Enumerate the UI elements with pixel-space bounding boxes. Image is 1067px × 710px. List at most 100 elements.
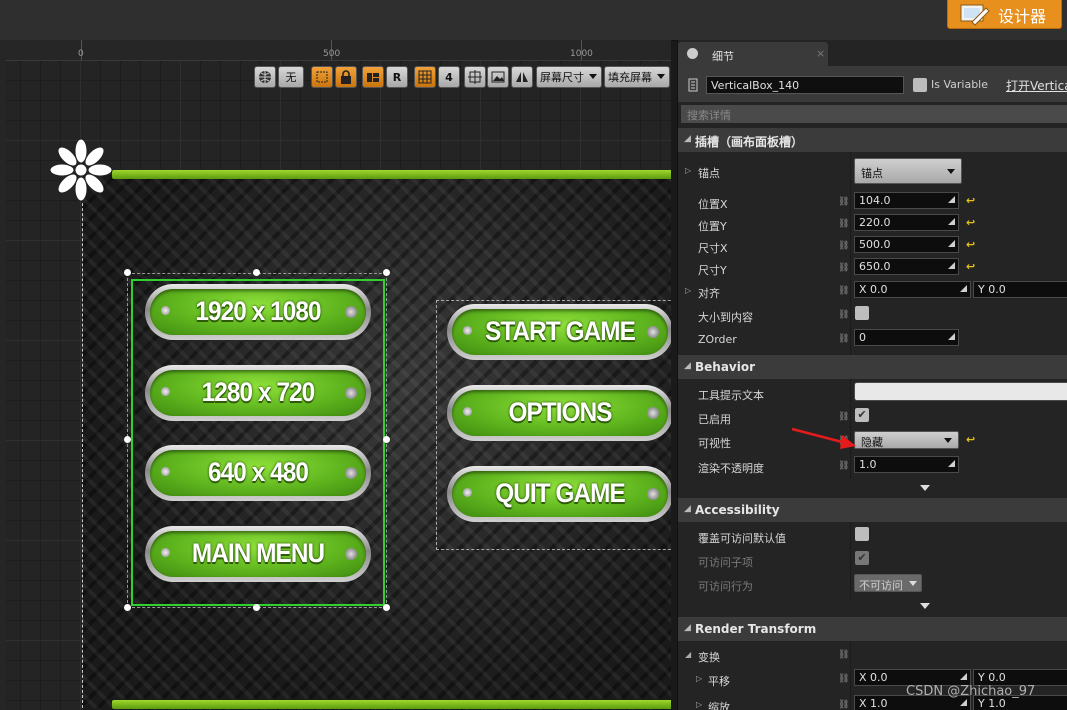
zorder-field[interactable]: 0: [854, 329, 959, 346]
fit-button[interactable]: [464, 66, 486, 88]
world-space-button[interactable]: [254, 66, 276, 88]
is-variable-label: Is Variable: [931, 78, 989, 91]
binding-icon[interactable]: ⛓: [838, 334, 849, 344]
binding-icon[interactable]: ⛓: [838, 310, 849, 320]
widget-name-field[interactable]: VerticalBox_140: [706, 76, 904, 94]
reset-arrow-icon[interactable]: ↩: [966, 238, 975, 251]
resize-handle[interactable]: [383, 604, 390, 611]
grid-size-dropdown[interactable]: 4: [438, 66, 460, 88]
screen-size-dropdown[interactable]: 屏幕尺寸: [536, 66, 602, 88]
expand-arrow-icon[interactable]: ▷: [685, 286, 691, 295]
main-menu-button[interactable]: MAIN MENU: [145, 526, 371, 582]
globe-icon: [259, 71, 271, 83]
alignment-x-field[interactable]: X 0.0: [854, 281, 971, 298]
resize-handle[interactable]: [383, 269, 390, 276]
horizontal-ruler: 0 500 1000: [0, 40, 671, 61]
resolution-1280-button[interactable]: 1280 x 720: [145, 365, 371, 421]
start-game-button[interactable]: START GAME: [447, 304, 671, 360]
grid-snap-toggle[interactable]: [414, 66, 436, 88]
designer-viewport[interactable]: 0 500 1000 无 R 4 屏幕尺寸 填充屏幕 1920 x 1080 1…: [0, 40, 671, 710]
collapse-arrow-icon[interactable]: ◢: [685, 650, 691, 659]
property-label: 尺寸X: [698, 242, 728, 255]
visibility-dropdown[interactable]: 隐藏: [854, 431, 959, 449]
position-x-field[interactable]: 104.0: [854, 192, 959, 209]
reset-arrow-icon[interactable]: ↩: [966, 216, 975, 229]
dropdown-value: 不可访问: [859, 579, 903, 592]
mirror-icon: [516, 72, 528, 82]
lock-toggle[interactable]: [335, 66, 357, 88]
accessibility-section-header[interactable]: ◢ Accessibility: [678, 498, 1067, 522]
size-x-field[interactable]: 500.0: [854, 236, 959, 253]
enabled-checkbox[interactable]: ✔: [855, 408, 869, 422]
property-label: 对齐: [698, 287, 720, 300]
crosshair-icon: [468, 70, 482, 84]
binding-icon[interactable]: ⛓: [838, 700, 849, 710]
size-to-content-checkbox[interactable]: [855, 306, 869, 320]
resize-handle[interactable]: [253, 604, 260, 611]
search-details-input[interactable]: 搜索详情: [681, 105, 1067, 123]
resize-handle[interactable]: [124, 604, 131, 611]
behavior-section-header[interactable]: ◢ Behavior: [678, 355, 1067, 379]
reset-arrow-icon[interactable]: ↩: [966, 194, 975, 207]
resize-handle[interactable]: [383, 436, 390, 443]
quit-game-button[interactable]: QUIT GAME: [447, 466, 671, 522]
expand-arrow-icon[interactable]: ▷: [696, 700, 702, 709]
binding-icon[interactable]: ⛓: [838, 286, 849, 296]
selection-outline-toggle[interactable]: [311, 66, 333, 88]
position-y-field[interactable]: 220.0: [854, 214, 959, 231]
render-transform-section-header[interactable]: ◢ Render Transform: [678, 617, 1067, 641]
binding-icon[interactable]: ⛓: [838, 650, 849, 660]
render-opacity-field[interactable]: 1.0: [854, 456, 959, 473]
fill-screen-dropdown[interactable]: 填充屏幕: [604, 66, 670, 88]
alignment-y-field[interactable]: Y 0.0: [973, 281, 1067, 298]
collapse-arrow-icon: ◢: [684, 504, 691, 514]
binding-icon[interactable]: ⛓: [838, 263, 849, 273]
designer-label: 设计器: [998, 7, 1047, 26]
enabled-row: 已启用 ⛓ ✔: [678, 406, 1067, 429]
reset-arrow-icon[interactable]: ↩: [966, 260, 975, 273]
reset-transform-button[interactable]: R: [386, 66, 408, 88]
button-label: OPTIONS: [508, 397, 612, 427]
tooltip-text-field[interactable]: [854, 382, 1067, 401]
binding-icon[interactable]: ⛓: [838, 197, 849, 207]
override-access-checkbox[interactable]: [855, 527, 869, 541]
designer-mode-button[interactable]: 设计器: [947, 0, 1062, 29]
collapse-arrow-icon: ◢: [684, 361, 691, 371]
advanced-expand-icon[interactable]: [920, 485, 930, 491]
chevron-down-icon: [909, 581, 917, 586]
button-label: MAIN MENU: [191, 538, 325, 568]
background-toggle[interactable]: [487, 66, 509, 88]
resize-handle[interactable]: [124, 436, 131, 443]
is-variable-checkbox[interactable]: [913, 78, 927, 92]
binding-icon[interactable]: ⛓: [838, 219, 849, 229]
details-tab[interactable]: 细节 ×: [678, 42, 828, 66]
zorder-row: ZOrder ⛓ 0: [678, 328, 1067, 351]
anchor-icon[interactable]: [49, 138, 113, 202]
expand-arrow-icon[interactable]: ▷: [696, 674, 702, 683]
property-label: 可访问子项: [698, 556, 753, 569]
expand-arrow-icon[interactable]: ▷: [685, 166, 691, 175]
resize-handle[interactable]: [124, 269, 131, 276]
binding-icon[interactable]: ⛓: [838, 461, 849, 471]
advanced-expand-icon[interactable]: [920, 603, 930, 609]
open-class-link[interactable]: 打开Vertical: [1006, 77, 1067, 94]
anchor-dropdown[interactable]: 锚点: [854, 158, 962, 184]
collapse-arrow-icon: ◢: [684, 134, 691, 144]
override-access-row: 覆盖可访问默认值: [678, 525, 1067, 548]
options-button[interactable]: OPTIONS: [447, 385, 671, 441]
reset-arrow-icon[interactable]: ↩: [966, 433, 975, 446]
binding-icon[interactable]: ⛓: [838, 241, 849, 251]
size-y-field[interactable]: 650.0: [854, 258, 959, 275]
resize-handle[interactable]: [253, 269, 260, 276]
respect-locks-toggle[interactable]: [362, 66, 384, 88]
fill-screen-label: 填充屏幕: [608, 71, 652, 84]
close-icon[interactable]: ×: [816, 47, 825, 60]
binding-icon[interactable]: ⛓: [838, 674, 849, 684]
flip-button[interactable]: [511, 66, 533, 88]
localization-dropdown[interactable]: 无: [278, 66, 304, 88]
binding-icon[interactable]: ⛓: [838, 412, 849, 422]
resolution-1920-button[interactable]: 1920 x 1080: [145, 284, 371, 340]
ruler-tick-500: 500: [323, 49, 341, 59]
slot-section-header[interactable]: ◢ 插槽（画布面板槽）: [678, 128, 1067, 152]
resolution-640-button[interactable]: 640 x 480: [145, 445, 371, 501]
